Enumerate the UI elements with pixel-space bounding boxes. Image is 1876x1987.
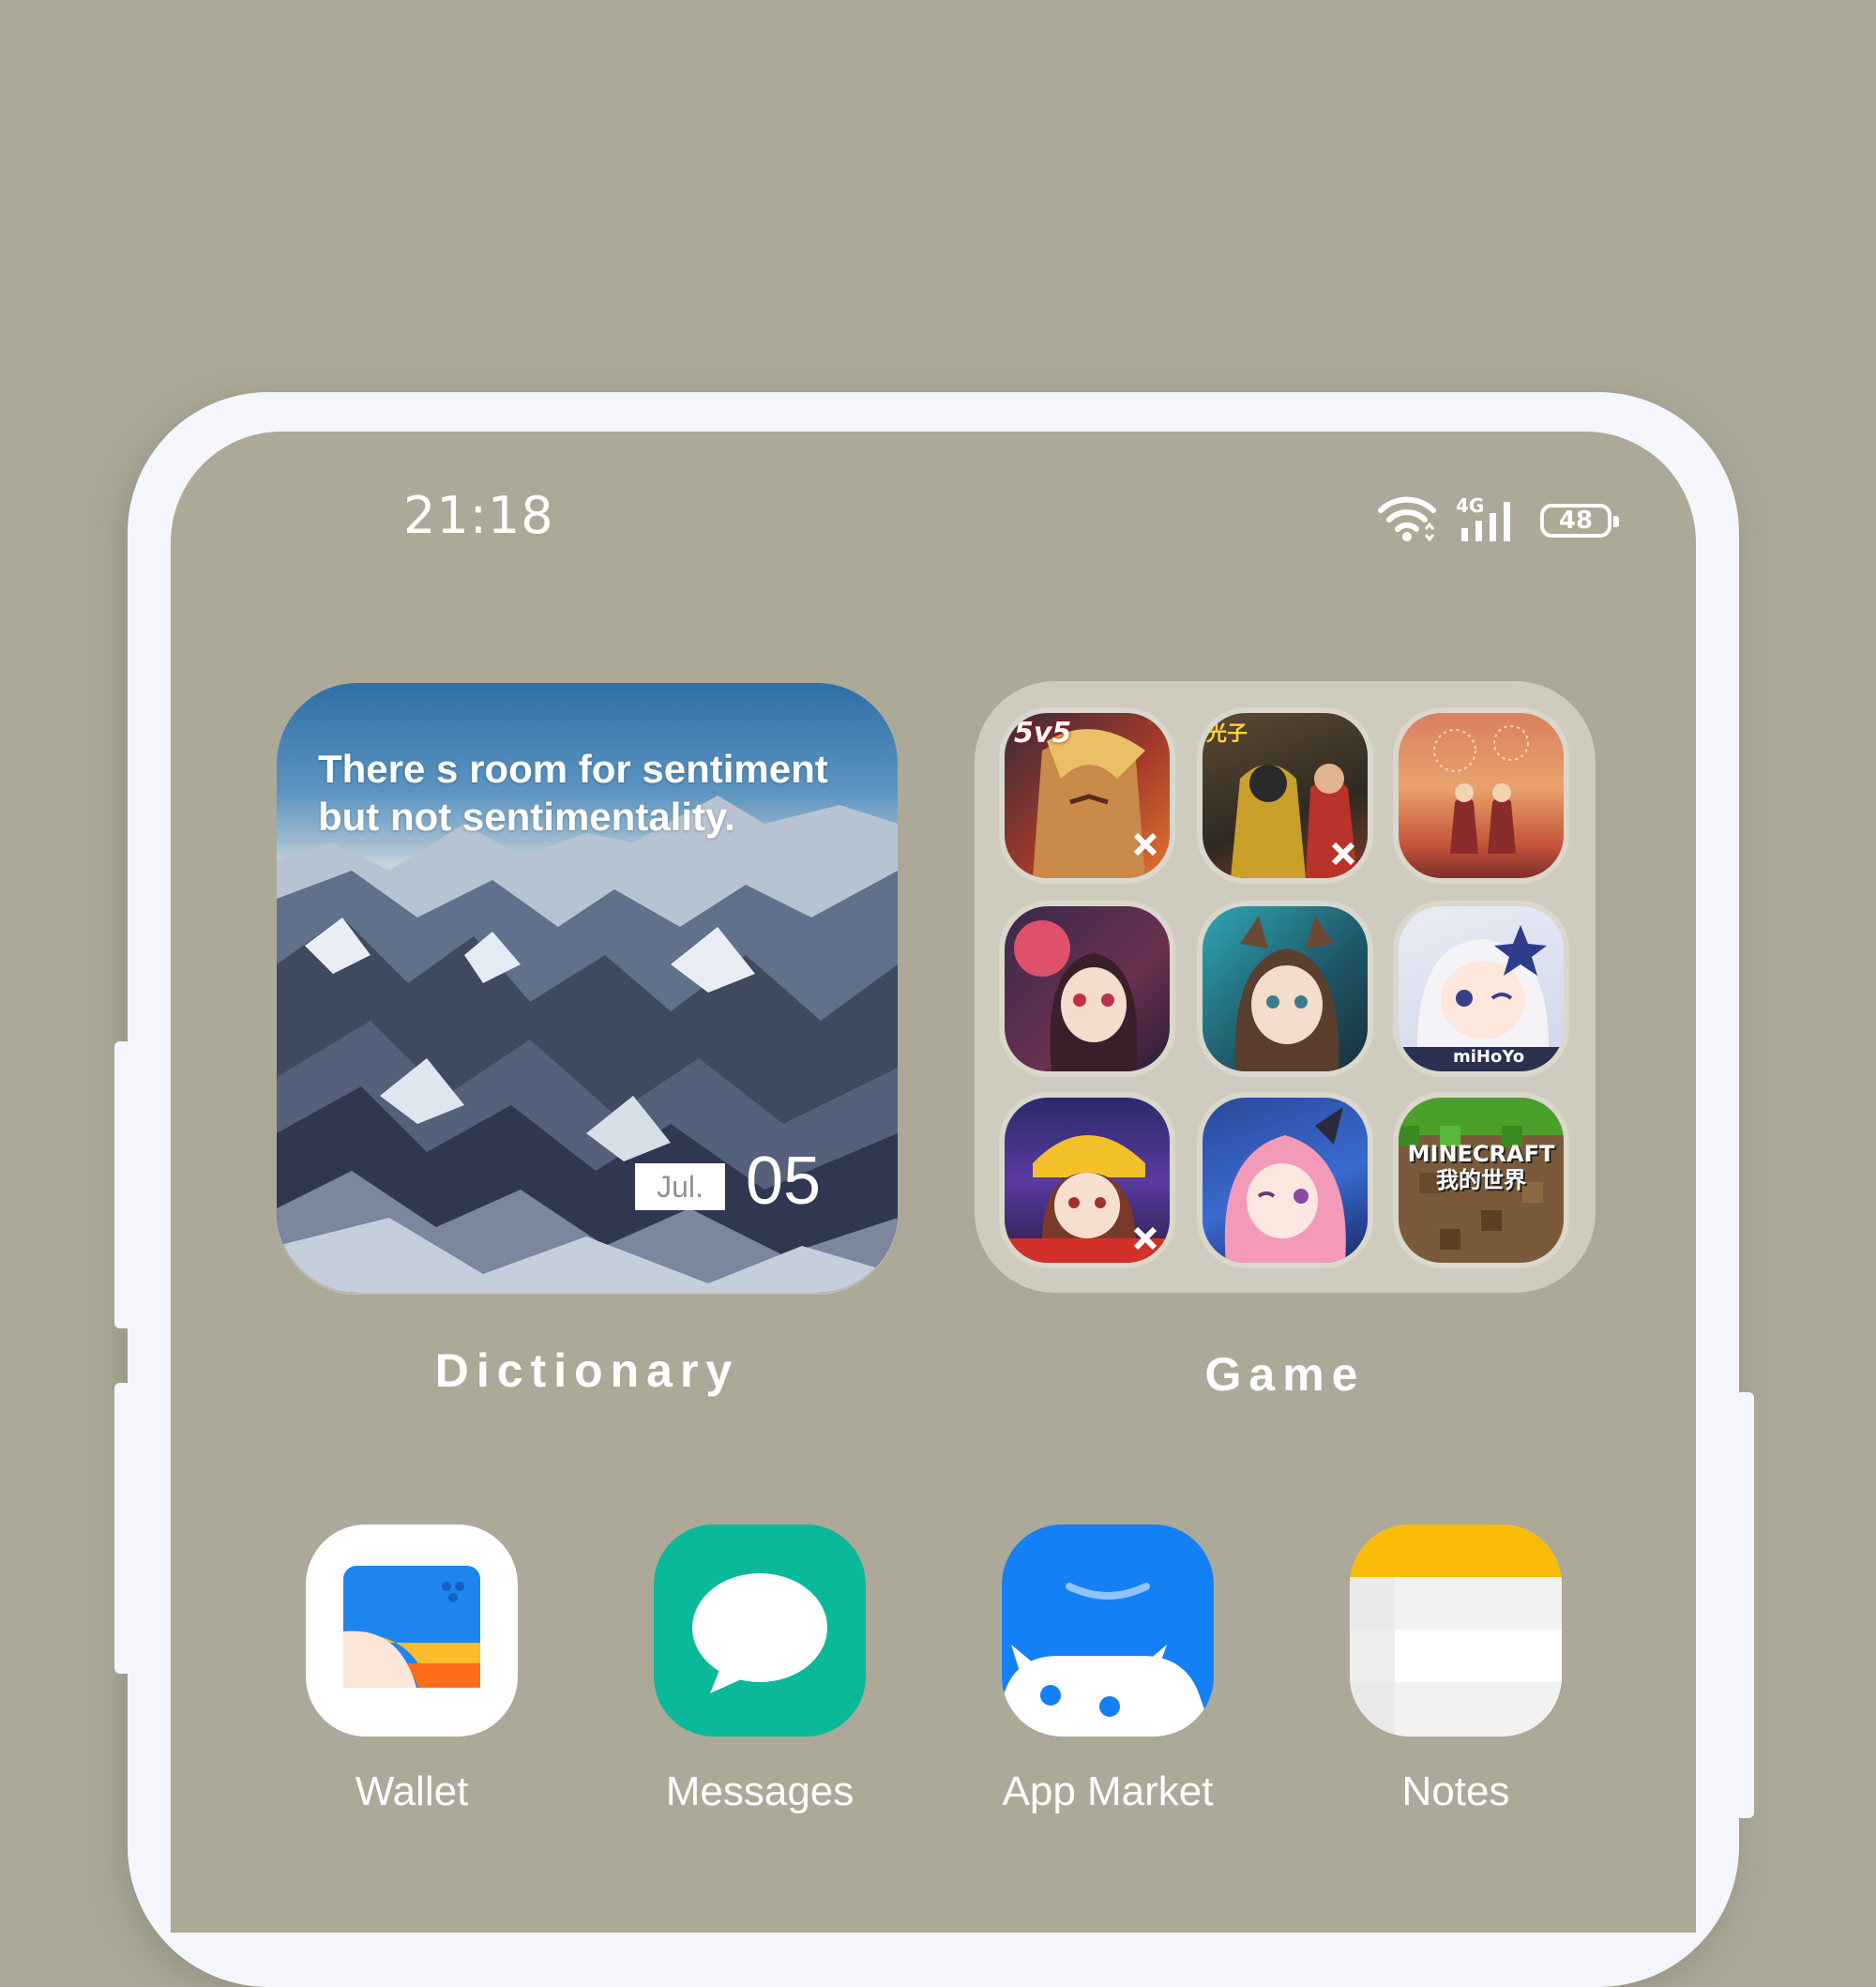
- dock-app-notes[interactable]: Notes: [1350, 1524, 1562, 1815]
- app-market-icon[interactable]: [1002, 1524, 1214, 1737]
- power-button: [1735, 1392, 1754, 1818]
- notes-label: Notes: [1401, 1768, 1510, 1814]
- badge-guangzi: 光子: [1206, 722, 1248, 746]
- app-market-label: App Market: [1002, 1768, 1214, 1814]
- messages-label: Messages: [665, 1768, 855, 1814]
- volume-button: [114, 1041, 131, 1328]
- dock-app-wallet[interactable]: Wallet: [306, 1524, 518, 1815]
- notes-icon[interactable]: [1350, 1524, 1562, 1737]
- game-folder[interactable]: 5v5 光子 miHoYo MINECRAFT 我的世界: [975, 681, 1596, 1293]
- dictionary-quote: There s room for sentiment but not senti…: [318, 747, 828, 839]
- battery-level: 48: [1558, 507, 1594, 535]
- game-anime-girl-icon[interactable]: [1005, 906, 1170, 1071]
- badge-minecraft: MINECRAFT 我的世界: [1407, 1141, 1555, 1193]
- game-racer-icon[interactable]: [1005, 1098, 1170, 1263]
- game-minecraft-icon[interactable]: MINECRAFT 我的世界: [1399, 1098, 1564, 1263]
- dock-app-messages[interactable]: Messages: [654, 1524, 866, 1815]
- battery-icon: 48: [1540, 504, 1619, 538]
- date-month: Jul.: [635, 1163, 725, 1210]
- dictionary-label: Dictionary: [434, 1344, 740, 1397]
- badge-5v5: 5v5: [1014, 717, 1072, 750]
- status-clock: 21:18: [403, 486, 554, 545]
- badge-mihoyo: miHoYo: [1453, 1047, 1525, 1067]
- messages-icon[interactable]: [654, 1524, 866, 1737]
- wifi-icon: [1377, 495, 1437, 546]
- wallet-label: Wallet: [355, 1768, 469, 1814]
- game-sunset-icon[interactable]: [1399, 713, 1564, 878]
- home-screen: 21:18 4G 48 There s room for sentiment b…: [171, 432, 1696, 1933]
- date-day: 05: [746, 1144, 822, 1219]
- game-arknights-icon[interactable]: [1203, 906, 1368, 1071]
- game-hero-icon[interactable]: 5v5: [1005, 713, 1170, 878]
- game-pink-girl-icon[interactable]: [1203, 1098, 1368, 1263]
- wallet-icon[interactable]: [306, 1524, 518, 1737]
- volume-button-lower: [114, 1383, 131, 1674]
- dock-app-app-market[interactable]: App Market: [1002, 1524, 1214, 1815]
- game-soldier-icon[interactable]: 光子: [1203, 713, 1368, 878]
- status-icons: 4G 48: [1377, 494, 1619, 546]
- cellular-signal-icon: 4G: [1456, 494, 1521, 545]
- game-folder-label: Game: [1204, 1348, 1366, 1401]
- game-paimon-icon[interactable]: miHoYo: [1399, 906, 1564, 1071]
- dictionary-widget[interactable]: There s room for sentiment but not senti…: [277, 683, 898, 1293]
